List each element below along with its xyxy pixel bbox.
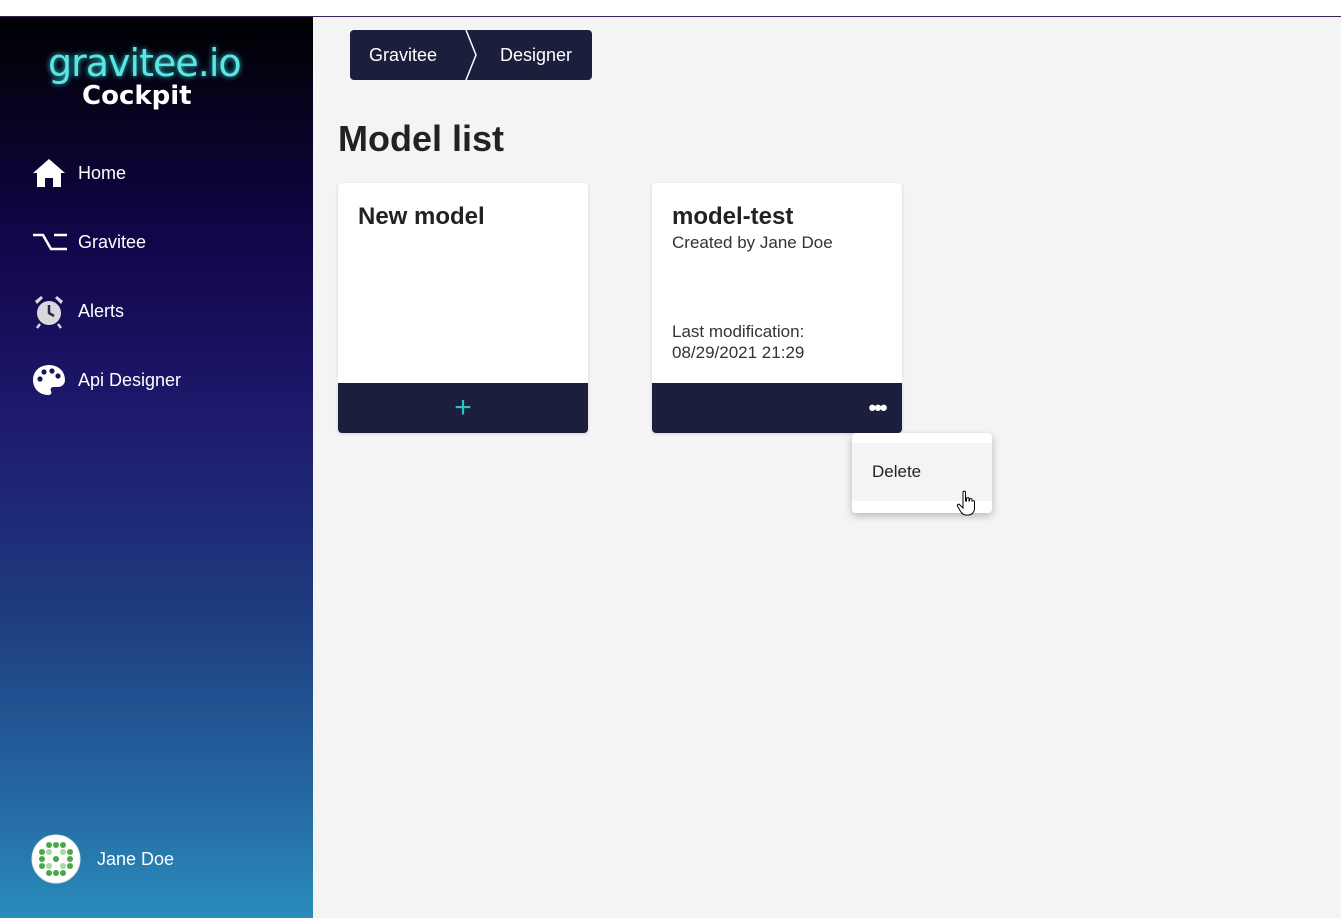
sidebar-item-label: Alerts — [78, 300, 125, 321]
card-author: Created by Jane Doe — [672, 233, 833, 252]
gravitee-icon — [32, 223, 70, 261]
palette-icon — [32, 361, 70, 399]
avatar — [31, 834, 81, 884]
sidebar-item-label: Api Designer — [78, 369, 182, 390]
breadcrumb-item-gravitee[interactable]: Gravitee — [350, 30, 470, 80]
sidebar-item-home[interactable]: Home — [32, 153, 282, 193]
user-profile[interactable]: Jane Doe — [31, 834, 174, 884]
breadcrumb-separator-icon — [465, 30, 477, 80]
model-card[interactable]: model-test Created by Jane Doe Last modi… — [652, 183, 902, 433]
breadcrumb-item-designer[interactable]: Designer — [470, 30, 592, 80]
user-name: Jane Doe — [97, 848, 175, 869]
hand-pointer-cursor-icon — [956, 490, 975, 516]
page-title: Model list — [338, 118, 505, 159]
logo-wordmark: gravitee.io — [48, 41, 242, 85]
last-modification-label: Last modification: — [672, 322, 805, 341]
card-last-modification: Last modification: 08/29/2021 21:29 — [672, 321, 804, 363]
add-model-button[interactable]: + — [338, 383, 588, 433]
new-model-card[interactable]: New model + — [338, 183, 588, 433]
card-title: New model — [358, 203, 485, 230]
sidebar-item-alerts[interactable]: Alerts — [32, 291, 282, 331]
sidebar: gravitee.io Cockpit Home Gravitee Alerts… — [0, 17, 313, 918]
home-icon — [32, 154, 70, 192]
card-title: model-test — [672, 203, 794, 230]
main-content: Gravitee Designer Model list New model +… — [313, 17, 1341, 918]
sidebar-item-api-designer[interactable]: Api Designer — [32, 360, 282, 400]
last-modification-value: 08/29/2021 21:29 — [672, 343, 805, 362]
card-footer: ••• — [652, 383, 902, 433]
sidebar-item-gravitee[interactable]: Gravitee — [32, 222, 282, 262]
sidebar-item-label: Gravitee — [78, 231, 147, 252]
logo-subtitle: Cockpit — [82, 81, 192, 111]
more-options-button[interactable]: ••• — [866, 395, 888, 420]
sidebar-item-label: Home — [78, 162, 127, 183]
gravitee-cockpit-logo[interactable]: gravitee.io Cockpit — [48, 41, 278, 113]
card-footer: + — [338, 383, 588, 433]
alarm-clock-icon — [32, 292, 70, 330]
